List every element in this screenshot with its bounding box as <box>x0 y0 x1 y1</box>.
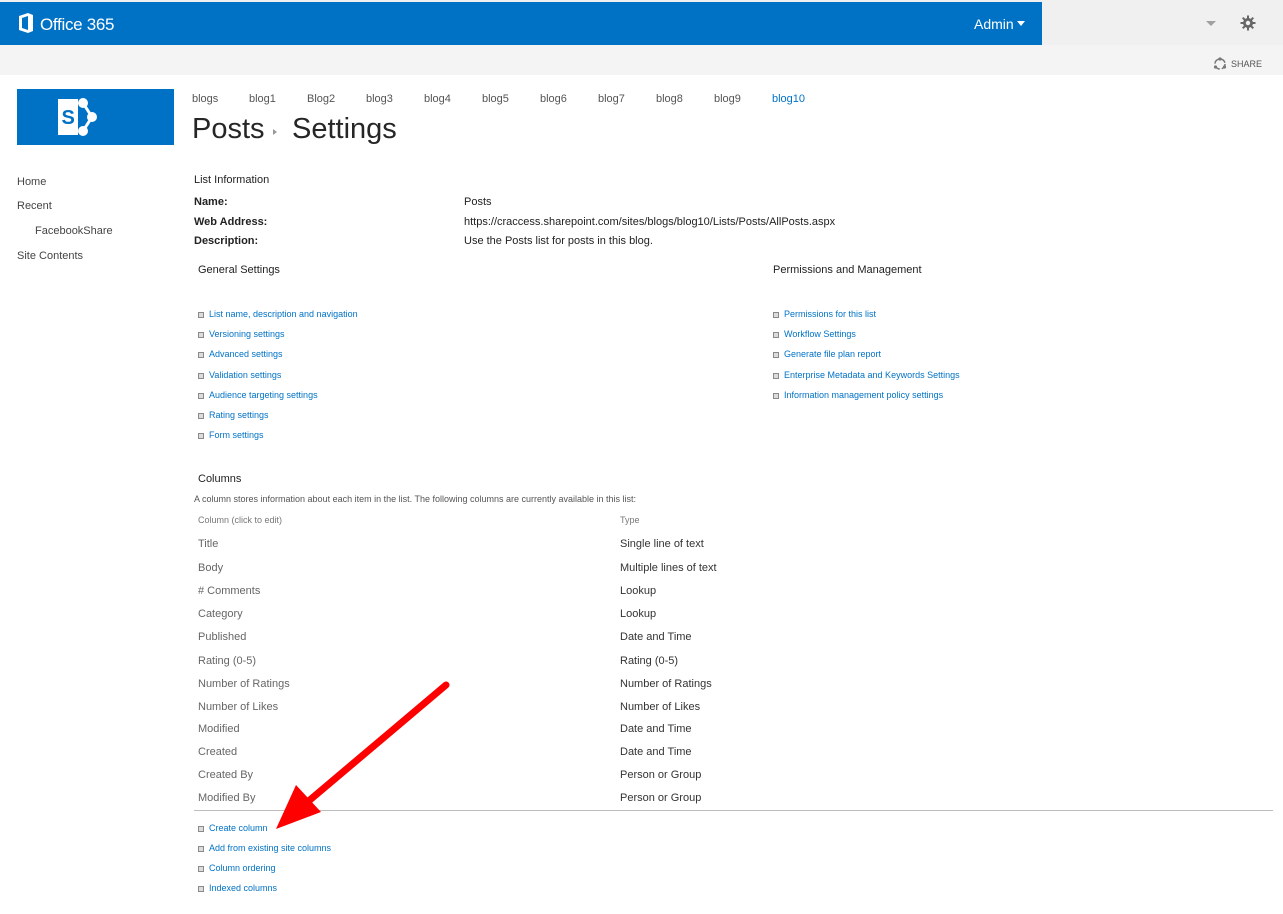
topnav-blog3[interactable]: blog3 <box>366 93 393 105</box>
general-setting-link[interactable]: Validation settings <box>198 370 281 380</box>
topnav-blog2[interactable]: Blog2 <box>307 93 335 105</box>
topnav-blog4[interactable]: blog4 <box>424 93 451 105</box>
svg-text:S: S <box>62 107 75 129</box>
column-type: Number of Likes <box>620 701 701 713</box>
web-address-value: https://craccess.sharepoint.com/sites/bl… <box>464 216 836 228</box>
chevron-down-icon[interactable] <box>1206 21 1216 26</box>
permission-setting-link[interactable]: Generate file plan report <box>773 349 881 359</box>
permission-setting-link[interactable]: Information management policy settings <box>773 390 943 400</box>
permission-setting-link[interactable]: Permissions for this list <box>773 309 876 319</box>
web-address-label: Web Address: <box>194 216 268 228</box>
description-label: Description: <box>194 235 259 247</box>
page-title: Settings <box>292 113 397 145</box>
permission-setting-link[interactable]: Workflow Settings <box>773 329 856 339</box>
general-setting-link[interactable]: Audience targeting settings <box>198 390 318 400</box>
column-type: Person or Group <box>620 769 702 781</box>
column-name-link[interactable]: Rating (0-5) <box>198 655 256 667</box>
permissions-heading: Permissions and Management <box>773 264 922 276</box>
column-header-name: Column (click to edit) <box>198 515 283 525</box>
breadcrumb-parent[interactable]: Posts <box>192 113 265 146</box>
column-action-link[interactable]: Add from existing site columns <box>198 843 331 853</box>
column-type: Rating (0-5) <box>620 655 679 667</box>
share-button[interactable]: SHARE <box>1231 59 1262 69</box>
permission-setting-link[interactable]: Enterprise Metadata and Keywords Setting… <box>773 370 960 380</box>
column-name-link[interactable]: Modified <box>198 723 240 735</box>
topnav-blog7[interactable]: blog7 <box>598 93 625 105</box>
column-name-link[interactable]: Number of Ratings <box>198 678 290 690</box>
topnav-blog5[interactable]: blog5 <box>482 93 509 105</box>
column-type: Lookup <box>620 585 657 597</box>
column-type: Single line of text <box>620 538 704 550</box>
office-logo-icon[interactable] <box>18 13 34 33</box>
general-settings-heading: General Settings <box>198 264 280 276</box>
columns-heading: Columns <box>198 473 242 485</box>
general-setting-link[interactable]: List name, description and navigation <box>198 309 358 319</box>
sharepoint-logo[interactable]: S <box>17 89 174 145</box>
topnav-blog6[interactable]: blog6 <box>540 93 567 105</box>
column-name-link[interactable]: # Comments <box>198 585 260 597</box>
breadcrumb-separator-icon <box>273 129 277 135</box>
general-setting-link[interactable]: Versioning settings <box>198 329 285 339</box>
general-setting-link[interactable]: Form settings <box>198 430 264 440</box>
suite-bar-brand <box>0 2 1042 45</box>
user-menu[interactable]: Admin <box>974 16 1014 32</box>
quicklaunch-recent[interactable]: Recent <box>17 200 52 212</box>
column-name-link[interactable]: Created <box>198 746 237 758</box>
quicklaunch-site-contents[interactable]: Site Contents <box>17 250 83 262</box>
column-type: Date and Time <box>620 746 692 758</box>
quicklaunch-facebookshare[interactable]: FacebookShare <box>35 225 113 237</box>
topnav-blog9[interactable]: blog9 <box>714 93 741 105</box>
column-type: Person or Group <box>620 792 702 804</box>
topnav-blog1[interactable]: blog1 <box>249 93 276 105</box>
column-name-link[interactable]: Published <box>198 631 246 643</box>
column-name-link[interactable]: Title <box>198 538 218 550</box>
column-type: Multiple lines of text <box>620 562 717 574</box>
column-name-link[interactable]: Category <box>198 608 243 620</box>
column-type: Number of Ratings <box>620 678 712 690</box>
column-action-link[interactable]: Indexed columns <box>198 883 277 893</box>
column-header-type: Type <box>620 515 640 525</box>
quicklaunch-home[interactable]: Home <box>17 176 46 188</box>
ribbon <box>0 45 1283 75</box>
topnav-blogs[interactable]: blogs <box>192 93 218 105</box>
chevron-down-icon[interactable] <box>1017 21 1025 26</box>
column-type: Lookup <box>620 608 657 620</box>
columns-description: A column stores information about each i… <box>194 494 637 504</box>
columns-divider <box>194 810 1273 811</box>
column-type: Date and Time <box>620 631 692 643</box>
column-name-link[interactable]: Created By <box>198 769 253 781</box>
share-icon[interactable] <box>1213 57 1227 71</box>
name-label: Name: <box>194 196 228 208</box>
column-name-link[interactable]: Number of Likes <box>198 701 278 713</box>
topnav-blog8[interactable]: blog8 <box>656 93 683 105</box>
app-title[interactable]: Office 365 <box>40 15 114 35</box>
topnav-blog10[interactable]: blog10 <box>772 93 805 105</box>
sharepoint-logo-icon: S <box>58 98 97 136</box>
column-name-link[interactable]: Modified By <box>198 792 255 804</box>
gear-icon[interactable] <box>1240 15 1256 31</box>
description-value: Use the Posts list for posts in this blo… <box>464 235 653 247</box>
name-value: Posts <box>464 196 492 208</box>
column-type: Date and Time <box>620 723 692 735</box>
column-name-link[interactable]: Body <box>198 562 223 574</box>
general-setting-link[interactable]: Rating settings <box>198 410 269 420</box>
column-action-link[interactable]: Create column <box>198 823 268 833</box>
list-information-heading: List Information <box>194 174 270 186</box>
column-action-link[interactable]: Column ordering <box>198 863 276 873</box>
general-setting-link[interactable]: Advanced settings <box>198 349 283 359</box>
